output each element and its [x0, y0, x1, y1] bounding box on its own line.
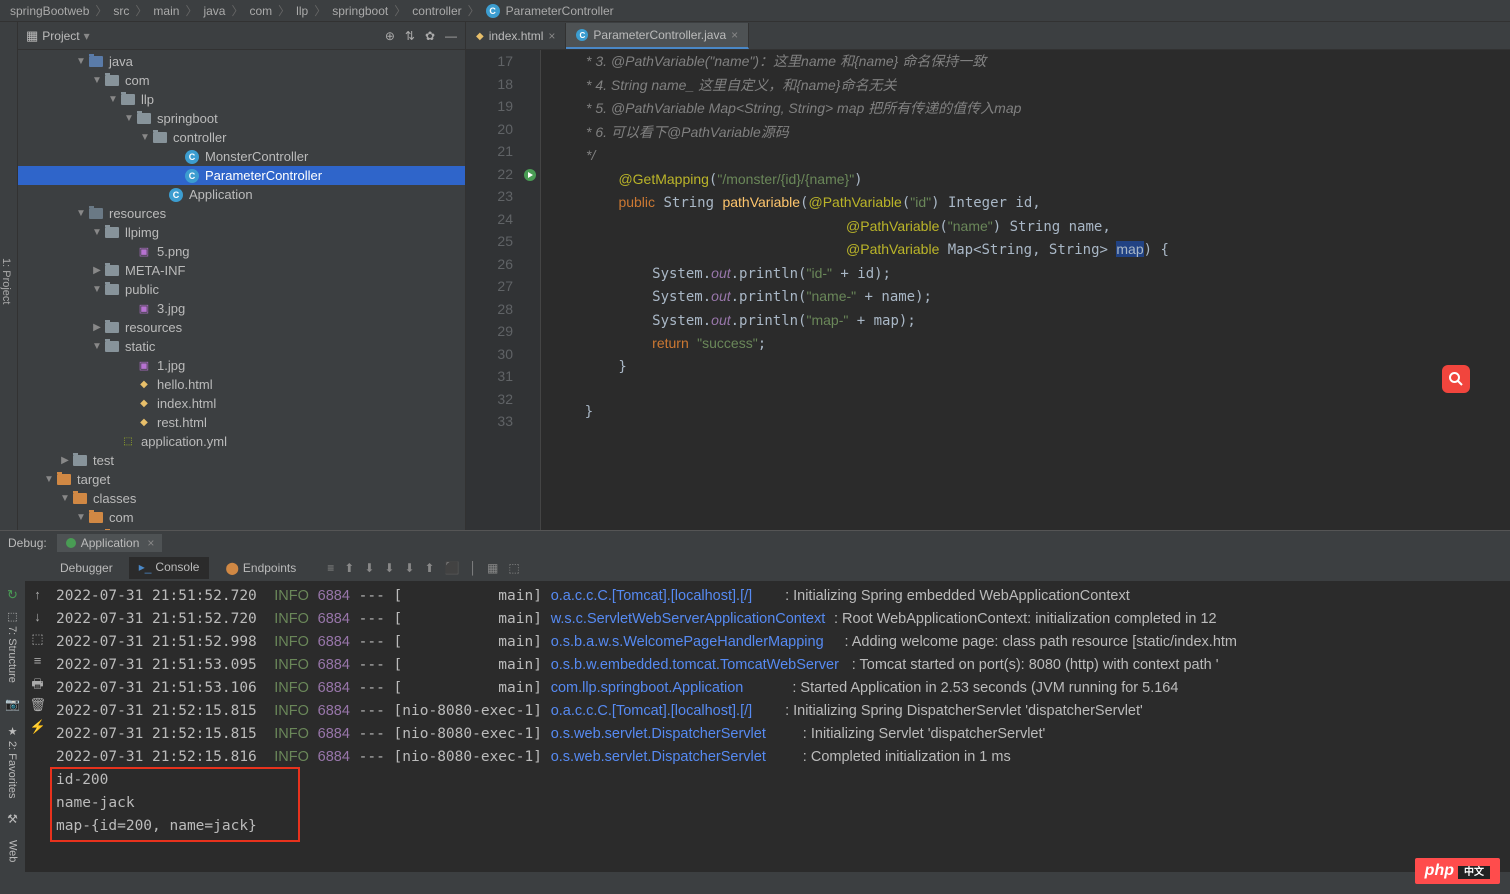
tree-item-static[interactable]: ▼static — [18, 337, 465, 356]
tree-item-hello-html[interactable]: ◆hello.html — [18, 375, 465, 394]
tree-item-monstercontroller[interactable]: CMonsterController — [18, 147, 465, 166]
project-title: Project — [42, 29, 79, 43]
line-gutter: 1718192021222324252627282930313233 — [466, 50, 521, 530]
search-icon[interactable] — [1442, 365, 1470, 393]
breadcrumb-item[interactable]: com — [249, 4, 272, 18]
run-gutter-icon[interactable] — [523, 168, 539, 184]
web-tool-icon[interactable]: Web — [7, 840, 19, 862]
tree-item-index-html[interactable]: ◆index.html — [18, 394, 465, 413]
tree-item-llp[interactable]: ▶llp — [18, 527, 465, 530]
project-tree[interactable]: ▼java▼com▼llp▼springboot▼controllerCMons… — [18, 50, 465, 530]
console-output[interactable]: 2022-07-31 21:51:52.720 INFO 6884 --- [ … — [50, 581, 1510, 872]
project-panel: ▦ Project ▾ ⊕ ⇅ ✿ — ▼java▼com▼llp▼spring… — [18, 22, 466, 530]
debug-app-tab[interactable]: Application × — [57, 534, 163, 552]
debug-action-icon[interactable]: ⬚ — [508, 561, 519, 575]
debug-action-icon[interactable]: │ — [470, 561, 478, 575]
tree-item-public[interactable]: ▼public — [18, 280, 465, 299]
build-icon[interactable]: ⚒ — [7, 812, 18, 826]
breadcrumb[interactable]: springBootweb〉src〉main〉java〉com〉llp〉spri… — [0, 0, 1510, 22]
debug-action-icon[interactable]: ⬆ — [344, 561, 354, 575]
tree-item-parametercontroller[interactable]: CParameterController — [18, 166, 465, 185]
down-icon[interactable]: ↓ — [30, 609, 46, 625]
tree-item-springboot[interactable]: ▼springboot — [18, 109, 465, 128]
tree-item-java[interactable]: ▼java — [18, 52, 465, 71]
tree-item-resources[interactable]: ▼resources — [18, 204, 465, 223]
up-icon[interactable]: ↑ — [30, 587, 46, 603]
tree-item-3-jpg[interactable]: ▣3.jpg — [18, 299, 465, 318]
tab-parametercontroller-java[interactable]: CParameterController.java× — [566, 23, 749, 49]
debug-action-icon[interactable]: ⬇ — [384, 561, 394, 575]
breadcrumb-item[interactable]: springboot — [332, 4, 388, 18]
tree-item-resources[interactable]: ▶resources — [18, 318, 465, 337]
filter-icon[interactable]: ⚡ — [30, 719, 46, 735]
favorites-tool-icon[interactable]: ★ 2: Favorites — [6, 725, 19, 799]
breadcrumb-item[interactable]: ParameterController — [506, 4, 614, 18]
breadcrumb-item[interactable]: llp — [296, 4, 308, 18]
project-tool-button[interactable]: 1: Project — [0, 22, 18, 530]
editor-tabs: ◆index.html×CParameterController.java× — [466, 22, 1510, 50]
editor-area: ◆index.html×CParameterController.java× 1… — [466, 22, 1510, 530]
debug-tab-console[interactable]: ▸_ Console — [129, 557, 210, 579]
breadcrumb-item[interactable]: main — [153, 4, 179, 18]
debug-tab-endpoints[interactable]: ⬤ Endpoints — [215, 558, 306, 578]
wrap-icon[interactable]: ⬚ — [30, 631, 46, 647]
tree-item-llp[interactable]: ▼llp — [18, 90, 465, 109]
clear-icon[interactable]: 🗑 — [30, 697, 46, 713]
tree-item-test[interactable]: ▶test — [18, 451, 465, 470]
tree-item-rest-html[interactable]: ◆rest.html — [18, 413, 465, 432]
tree-item-application-yml[interactable]: ⬚application.yml — [18, 432, 465, 451]
print-icon[interactable]: 🖶 — [30, 675, 46, 691]
console-icons: ↑ ↓ ⬚ ≡ 🖶 🗑 ⚡ — [25, 581, 50, 872]
code-area[interactable]: * 3. @PathVariable("name")：这里name 和{name… — [541, 50, 1510, 530]
structure-tool-icon[interactable]: ⬚ 7: Structure — [6, 610, 19, 683]
debug-action-icon[interactable]: ⬆ — [425, 561, 435, 575]
hide-icon[interactable]: — — [445, 29, 457, 43]
tree-item-com[interactable]: ▼com — [18, 508, 465, 527]
close-icon[interactable]: × — [548, 29, 555, 43]
debug-header: Debug: Application × — [0, 531, 1510, 555]
debug-action-icon[interactable]: ⬛ — [445, 561, 460, 575]
breadcrumb-item[interactable]: src — [113, 4, 129, 18]
tree-item-5-png[interactable]: ▣5.png — [18, 242, 465, 261]
tree-item-com[interactable]: ▼com — [18, 71, 465, 90]
debug-action-icon[interactable]: ≡ — [327, 561, 334, 575]
tree-item-meta-inf[interactable]: ▶META-INF — [18, 261, 465, 280]
close-icon[interactable]: × — [731, 28, 738, 42]
left-tool-buttons: ⬚ 7: Structure 📷 ★ 2: Favorites ⚒ Web — [0, 600, 25, 873]
debug-subtabs: Debugger ▸_ Console⬤ Endpoints ≡ ⬆ ⬇ ⬇ ⬇ ⬆ ⬛ │ ▦ ⬚ — [0, 555, 1510, 581]
tree-item-1-jpg[interactable]: ▣1.jpg — [18, 356, 465, 375]
breadcrumb-item[interactable]: springBootweb — [10, 4, 89, 18]
target-icon[interactable]: ⊕ — [385, 29, 395, 43]
scroll-icon[interactable]: ≡ — [30, 653, 46, 669]
debug-label: Debug: — [8, 536, 47, 550]
php-badge: php中文 — [1415, 858, 1500, 884]
tree-item-target[interactable]: ▼target — [18, 470, 465, 489]
tree-item-llpimg[interactable]: ▼llpimg — [18, 223, 465, 242]
tree-item-controller[interactable]: ▼controller — [18, 128, 465, 147]
editor-body[interactable]: 1718192021222324252627282930313233 * 3. … — [466, 50, 1510, 530]
tab-index-html[interactable]: ◆index.html× — [466, 23, 566, 49]
gutter-icons — [521, 50, 541, 530]
debug-action-icon[interactable]: ▦ — [487, 561, 498, 575]
tree-item-application[interactable]: CApplication — [18, 185, 465, 204]
tree-item-classes[interactable]: ▼classes — [18, 489, 465, 508]
camera-icon[interactable]: 📷 — [5, 697, 20, 711]
expand-icon[interactable]: ⇅ — [405, 29, 415, 43]
breadcrumb-item[interactable]: java — [203, 4, 225, 18]
close-icon[interactable]: × — [147, 536, 154, 550]
debug-action-icon[interactable]: ⬇ — [364, 561, 374, 575]
gear-icon[interactable]: ✿ — [425, 29, 435, 43]
debug-panel: Debug: Application × Debugger ▸_ Console⬤… — [0, 530, 1510, 872]
debug-action-icon[interactable]: ⬇ — [404, 561, 414, 575]
breadcrumb-item[interactable]: controller — [412, 4, 461, 18]
debug-tab-debugger[interactable]: Debugger — [50, 558, 123, 578]
project-header: ▦ Project ▾ ⊕ ⇅ ✿ — — [18, 22, 465, 50]
